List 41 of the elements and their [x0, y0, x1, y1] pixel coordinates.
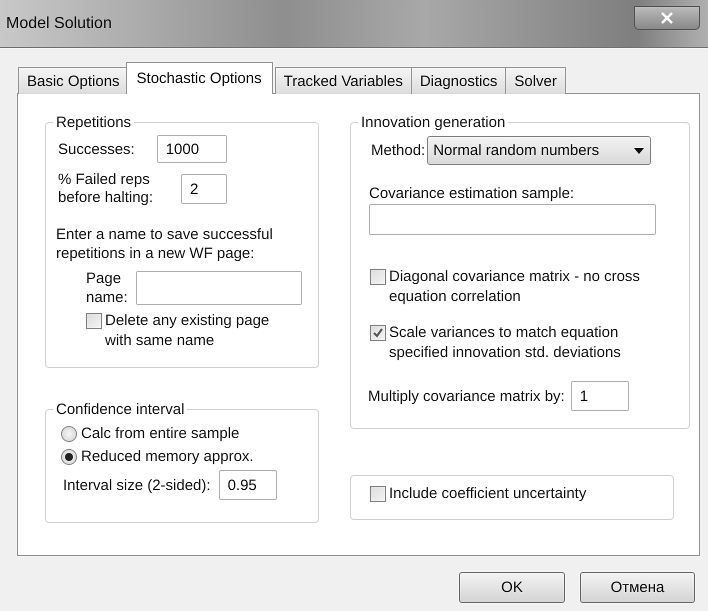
group-title: Confidence interval — [55, 401, 186, 418]
tab[interactable]: Tracked Variables — [274, 67, 412, 94]
field-label: Successes: — [58, 140, 135, 158]
group-title: Innovation generation — [360, 114, 506, 131]
failed-reps-field[interactable]: 2 — [181, 174, 227, 204]
covariance-sample-field[interactable] — [369, 204, 656, 235]
field-label: Interval size (2-sided): — [63, 476, 211, 494]
field-label: % Failed reps before halting: — [58, 171, 154, 207]
radio-button[interactable] — [61, 448, 77, 464]
close-icon — [661, 12, 673, 24]
checkbox[interactable] — [86, 313, 102, 329]
method-dropdown[interactable]: Normal random numbers — [427, 136, 652, 165]
dropdown-arrow-icon — [634, 148, 644, 154]
interval-size-field[interactable]: 0.95 — [218, 470, 277, 500]
checkbox[interactable] — [370, 325, 386, 341]
radio-button[interactable] — [61, 426, 77, 442]
checkbox[interactable] — [370, 486, 386, 502]
multiply-field[interactable]: 1 — [570, 381, 629, 411]
radio-label: Reduced memory approx. — [81, 448, 254, 465]
field-label: Multiply covariance matrix by: — [368, 388, 565, 404]
cancel-button[interactable]: Отмена — [580, 572, 695, 603]
instruction-text: Enter a name to save successful repetitions in a new WF page: — [56, 225, 274, 263]
tab[interactable]: Basic Options — [18, 67, 129, 94]
tab[interactable]: Solver — [505, 67, 566, 94]
tab[interactable]: Stochastic Options — [126, 62, 273, 94]
ok-button[interactable]: OK — [459, 572, 565, 603]
checkbox-label: Diagonal covariance matrix - no cross equation correlation — [389, 267, 641, 307]
tab[interactable]: Diagnostics — [410, 67, 506, 94]
window-title: Model Solution — [5, 14, 112, 32]
close-button[interactable] — [634, 6, 700, 30]
radio-label: Calc from entire sample — [81, 425, 240, 442]
checkbox[interactable] — [370, 269, 386, 285]
group-title: Repetitions — [55, 114, 132, 131]
checkbox-label: Scale variances to match equation specified innovation std. deviations — [389, 323, 622, 363]
field-label: Covariance estimation sample: — [369, 185, 576, 202]
checkbox-label: Include coefficient uncertainty — [389, 484, 586, 504]
page-name-field[interactable] — [136, 271, 302, 305]
field-label: Method: — [371, 142, 426, 159]
field-label: Page name: — [86, 269, 129, 307]
successes-field[interactable]: 1000 — [156, 135, 227, 163]
checkbox-label: Delete any existing page with same name — [105, 311, 270, 351]
